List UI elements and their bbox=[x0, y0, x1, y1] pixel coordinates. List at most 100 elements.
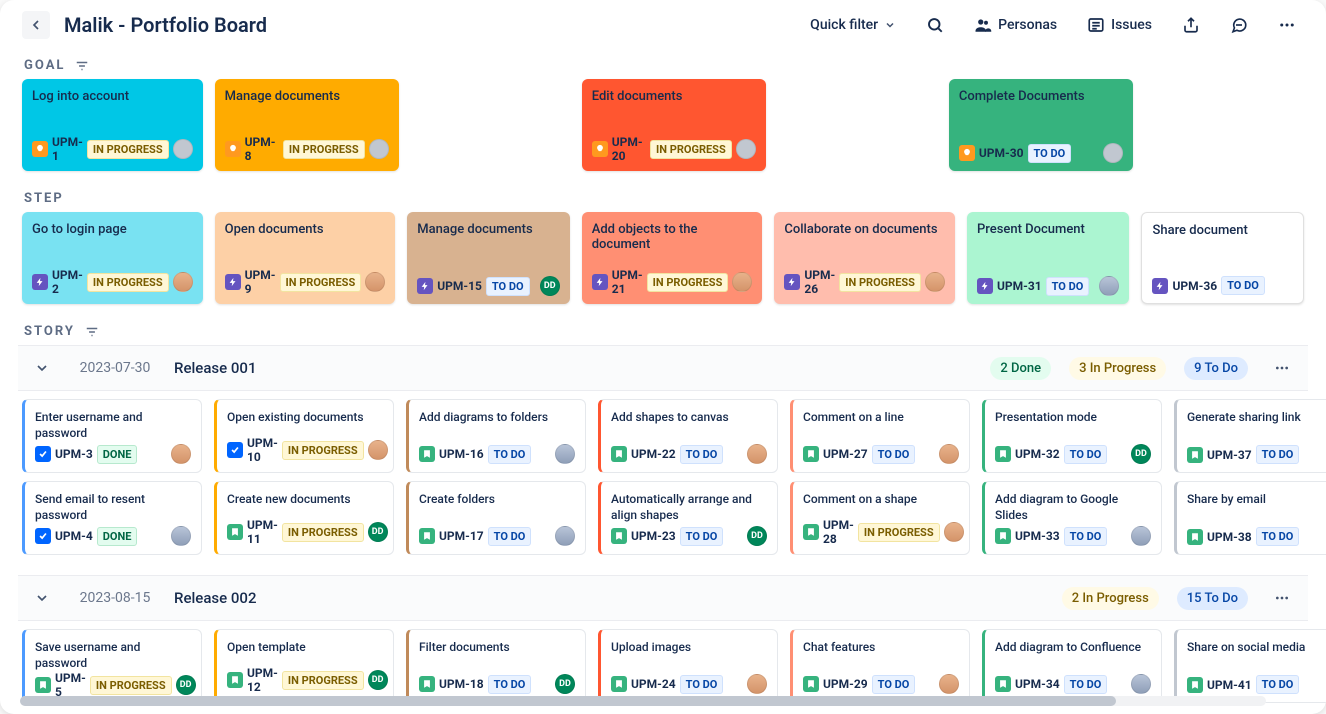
story-card[interactable]: Enter username and password UPM-3 DONE bbox=[22, 399, 202, 473]
comment-button[interactable] bbox=[1222, 10, 1256, 40]
issue-key: UPM-33 bbox=[1015, 529, 1060, 543]
avatar bbox=[747, 444, 767, 464]
status-badge: TO DO bbox=[488, 675, 532, 694]
search-button[interactable] bbox=[918, 10, 952, 40]
step-card[interactable]: Share document UPM-36 TO DO bbox=[1141, 212, 1304, 304]
avatar bbox=[944, 522, 964, 542]
chevron-down-icon bbox=[884, 19, 896, 31]
avatar bbox=[747, 674, 767, 694]
release-more-button[interactable] bbox=[1266, 354, 1298, 382]
avatar: DD bbox=[368, 670, 388, 690]
story-card[interactable]: Add diagrams to folders UPM-16 TO DO bbox=[406, 399, 586, 473]
release-more-button[interactable] bbox=[1266, 584, 1298, 612]
board-scroll[interactable]: GOAL Log into account UPM-1 IN PROGRESS … bbox=[0, 50, 1326, 710]
collapse-toggle[interactable] bbox=[28, 354, 56, 382]
issue-key: UPM-17 bbox=[439, 529, 484, 543]
card-title: Share by email bbox=[1187, 492, 1326, 508]
story-row: Save username and password UPM-5 IN PROG… bbox=[22, 629, 1304, 703]
status-badge: DONE bbox=[97, 527, 138, 546]
issue-key: UPM-10 bbox=[247, 436, 278, 464]
status-badge: TO DO bbox=[680, 527, 724, 546]
status-badge: IN PROGRESS bbox=[282, 671, 364, 690]
issue-key: UPM-41 bbox=[1207, 678, 1252, 692]
card-title: Save username and password bbox=[35, 640, 191, 671]
step-card[interactable]: Go to login page UPM-2 IN PROGRESS bbox=[22, 212, 203, 304]
quick-filter-button[interactable]: Quick filter bbox=[802, 11, 904, 39]
collapse-toggle[interactable] bbox=[28, 584, 56, 612]
issue-key: UPM-22 bbox=[631, 447, 676, 461]
step-card[interactable]: Open documents UPM-9 IN PROGRESS bbox=[215, 212, 396, 304]
story-card[interactable]: Add diagram to Google Slides UPM-33 TO D… bbox=[982, 481, 1162, 555]
story-card[interactable]: Send email to resent password UPM-4 DONE bbox=[22, 481, 202, 555]
issue-key: UPM-16 bbox=[439, 447, 484, 461]
card-title: Generate sharing link bbox=[1187, 410, 1326, 426]
filter-icon[interactable] bbox=[85, 325, 99, 339]
story-card[interactable]: Add diagram to Confluence UPM-34 TO DO bbox=[982, 629, 1162, 703]
step-type-icon bbox=[784, 274, 800, 290]
status-badge: IN PROGRESS bbox=[282, 523, 364, 542]
step-card[interactable]: Collaborate on documents UPM-26 IN PROGR… bbox=[774, 212, 955, 304]
story-card[interactable]: Presentation mode UPM-32 TO DO DD bbox=[982, 399, 1162, 473]
story-type-icon bbox=[1187, 677, 1203, 693]
story-type-icon bbox=[611, 676, 627, 692]
story-card[interactable]: Save username and password UPM-5 IN PROG… bbox=[22, 629, 202, 703]
comment-icon bbox=[1230, 16, 1248, 34]
goal-type-icon bbox=[592, 141, 608, 157]
card-title: Comment on a shape bbox=[803, 492, 959, 508]
avatar bbox=[736, 139, 756, 159]
card-title: Open existing documents bbox=[227, 410, 383, 426]
card-title: Filter documents bbox=[419, 640, 575, 656]
story-type-icon bbox=[995, 446, 1011, 462]
more-button[interactable] bbox=[1270, 10, 1304, 40]
story-card[interactable]: Upload images UPM-24 TO DO bbox=[598, 629, 778, 703]
story-card[interactable]: Create new documents UPM-11 IN PROGRESS … bbox=[214, 481, 394, 555]
personas-button[interactable]: Personas bbox=[966, 10, 1065, 40]
goal-card[interactable]: Log into account UPM-1 IN PROGRESS bbox=[22, 79, 203, 171]
step-card[interactable]: Present Document UPM-31 TO DO bbox=[967, 212, 1130, 304]
story-card[interactable]: Comment on a shape UPM-28 IN PROGRESS bbox=[790, 481, 970, 555]
story-card[interactable]: Open template UPM-12 IN PROGRESS DD bbox=[214, 629, 394, 703]
issue-key: UPM-32 bbox=[1015, 447, 1060, 461]
goal-card[interactable]: Manage documents UPM-8 IN PROGRESS bbox=[215, 79, 399, 171]
story-type-icon bbox=[803, 676, 819, 692]
card-title: Enter username and password bbox=[35, 410, 191, 441]
status-badge: TO DO bbox=[1221, 276, 1265, 295]
card-title: Log into account bbox=[32, 89, 193, 104]
status-badge: TO DO bbox=[488, 527, 532, 546]
status-badge: IN PROGRESS bbox=[839, 273, 921, 292]
story-card[interactable]: Comment on a line UPM-27 TO DO bbox=[790, 399, 970, 473]
goal-card[interactable]: Complete Documents UPM-30 TO DO bbox=[949, 79, 1133, 171]
filter-icon[interactable] bbox=[75, 59, 89, 73]
status-badge: IN PROGRESS bbox=[87, 273, 169, 292]
issue-key: UPM-30 bbox=[979, 146, 1024, 160]
share-button[interactable] bbox=[1174, 10, 1208, 40]
story-type-icon bbox=[1187, 529, 1203, 545]
status-badge: TO DO bbox=[1064, 445, 1108, 464]
story-card[interactable]: Add shapes to canvas UPM-22 TO DO bbox=[598, 399, 778, 473]
story-card[interactable]: Open existing documents UPM-10 IN PROGRE… bbox=[214, 399, 394, 473]
story-card[interactable]: Share by email UPM-38 TO DO bbox=[1174, 481, 1326, 555]
todo-count: 9 To Do bbox=[1184, 357, 1248, 380]
step-type-icon bbox=[592, 274, 608, 290]
status-badge: IN PROGRESS bbox=[90, 676, 172, 695]
search-icon bbox=[926, 16, 944, 34]
story-card[interactable]: Share on social media UPM-41 TO DO bbox=[1174, 629, 1326, 703]
story-card[interactable]: Generate sharing link UPM-37 TO DO bbox=[1174, 399, 1326, 473]
story-card[interactable]: Filter documents UPM-18 TO DO DD bbox=[406, 629, 586, 703]
story-card[interactable]: Chat features UPM-29 TO DO bbox=[790, 629, 970, 703]
release-name: Release 001 bbox=[174, 359, 256, 377]
progress-count: 2 In Progress bbox=[1062, 587, 1159, 610]
story-card[interactable]: Automatically arrange and align shapes U… bbox=[598, 481, 778, 555]
step-card[interactable]: Add objects to the document UPM-21 IN PR… bbox=[582, 212, 763, 304]
story-row: Send email to resent password UPM-4 DONE… bbox=[22, 481, 1304, 555]
release-body: Enter username and password UPM-3 DONE O… bbox=[18, 391, 1308, 575]
horizontal-scrollbar[interactable] bbox=[20, 696, 1266, 706]
story-card[interactable]: Create folders UPM-17 TO DO bbox=[406, 481, 586, 555]
step-card[interactable]: Manage documents UPM-15 TO DO DD bbox=[407, 212, 570, 304]
goal-type-icon bbox=[32, 141, 48, 157]
goal-card[interactable]: Edit documents UPM-20 IN PROGRESS bbox=[582, 79, 766, 171]
step-section-label: STEP bbox=[18, 183, 1308, 212]
issues-button[interactable]: Issues bbox=[1079, 10, 1160, 40]
back-button[interactable] bbox=[22, 11, 50, 39]
status-badge: TO DO bbox=[486, 277, 530, 296]
